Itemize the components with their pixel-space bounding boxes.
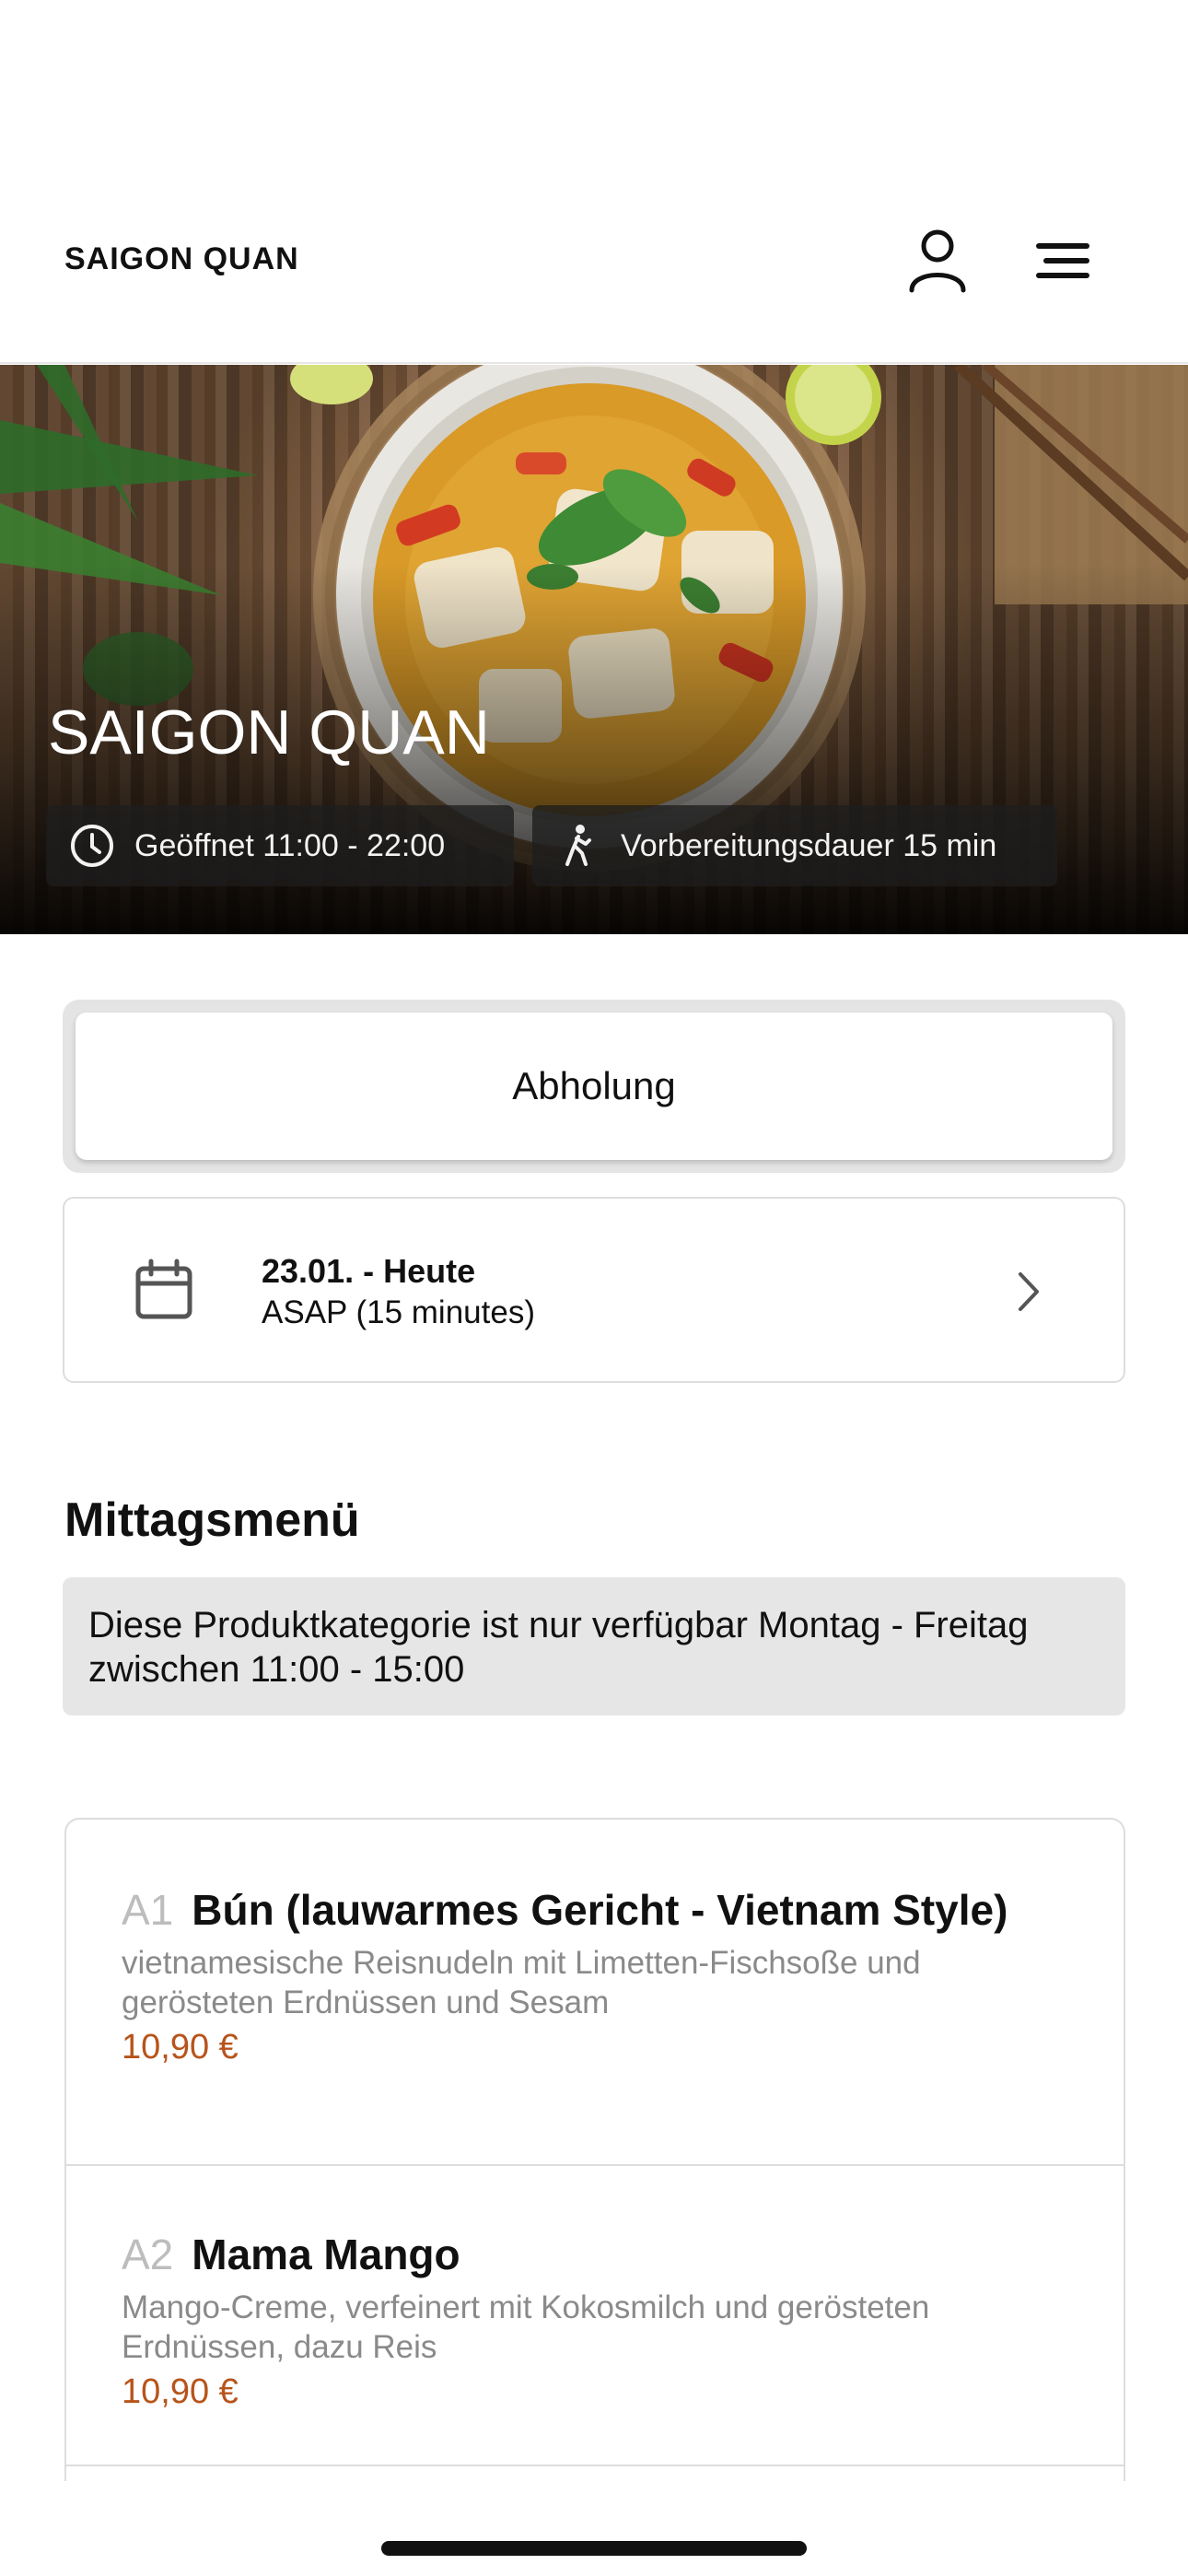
product-name: A1 Bún (lauwarmes Gericht - Vietnam Style… <box>122 1886 1008 1934</box>
product-code: A1 <box>122 1886 174 1934</box>
prep-time-text: Vorbereitungsdauer 15 min <box>621 827 997 863</box>
product-price: 10,90 € <box>122 2372 239 2411</box>
product-price: 10,90 € <box>122 2028 239 2067</box>
product-name: A2 Mama Mango <box>122 2231 460 2278</box>
chevron-right-icon <box>1019 1272 1039 1311</box>
product-description: Mango-Creme, verfeinert mit Kokosmilch u… <box>122 2289 930 2365</box>
menu-icon[interactable] <box>1028 226 1098 296</box>
brand-logo-text[interactable]: SAIGON QUAN <box>64 241 299 277</box>
restaurant-title: SAIGON QUAN <box>48 697 490 767</box>
clock-icon <box>71 825 113 867</box>
product-item[interactable]: A2 Mama Mango Mango-Creme, verfeinert mit… <box>66 2166 1124 2466</box>
calendar-icon <box>135 1259 192 1319</box>
prep-time-chip: Vorbereitungsdauer 15 min <box>532 805 1057 886</box>
category-title: Mittagsmenü <box>64 1493 360 1547</box>
pickup-date: 23.01. - Heute <box>262 1252 476 1290</box>
pickup-option[interactable]: Abholung <box>76 1013 1112 1160</box>
top-header: SAIGON QUAN <box>0 0 1188 364</box>
page: SAIGON QUAN SAIGON QUAN Geöffnet 11:00 -… <box>0 0 1188 2576</box>
product-description: vietnamesische Reisnudeln mit Limetten-F… <box>122 1945 921 2020</box>
home-indicator[interactable] <box>381 2541 807 2556</box>
product-item[interactable]: A1 Bún (lauwarmes Gericht - Vietnam Style… <box>66 1820 1124 2166</box>
user-icon[interactable] <box>903 226 973 296</box>
product-list: A1 Bún (lauwarmes Gericht - Vietnam Style… <box>64 1818 1125 2481</box>
hero-banner: SAIGON QUAN Geöffnet 11:00 - 22:00 Vorbe… <box>0 365 1188 934</box>
opening-hours-text: Geöffnet 11:00 - 22:00 <box>134 827 446 863</box>
pickup-time-selector[interactable]: 23.01. - Heute ASAP (15 minutes) <box>63 1197 1125 1383</box>
pickup-time: ASAP (15 minutes) <box>262 1294 535 1330</box>
product-code: A2 <box>122 2231 174 2278</box>
availability-notice: Diese Produktkategorie ist nur verfügbar… <box>63 1577 1125 1715</box>
order-mode-toggle: Abholung <box>63 1000 1125 1173</box>
opening-hours-chip: Geöffnet 11:00 - 22:00 <box>46 805 514 886</box>
walking-icon <box>565 825 591 866</box>
